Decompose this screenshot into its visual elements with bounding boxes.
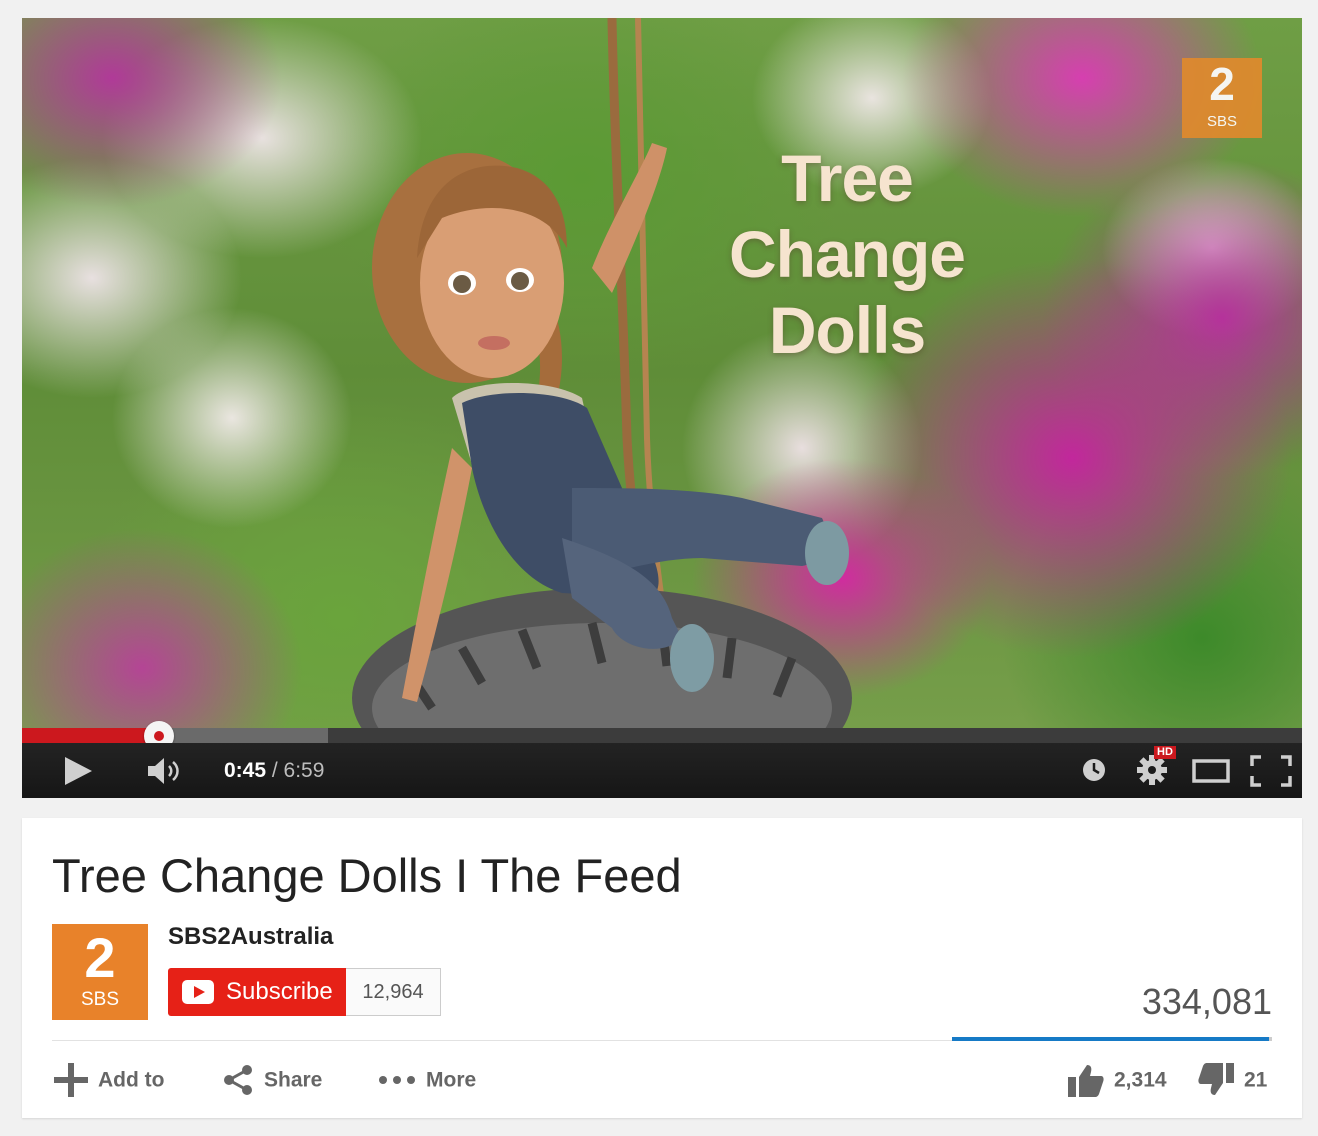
fullscreen-icon xyxy=(1250,755,1292,787)
more-dots-icon xyxy=(379,1076,415,1085)
watermark-number: 2 xyxy=(1209,58,1235,110)
overlay-title-line: Tree xyxy=(781,141,914,215)
video-frame[interactable]: Tree Change Dolls 2 SBS xyxy=(22,18,1302,728)
more-button[interactable]: More xyxy=(378,1060,476,1100)
overlay-title-line: Change xyxy=(728,217,966,291)
volume-button[interactable] xyxy=(146,755,186,787)
divider xyxy=(52,1040,952,1041)
fullscreen-button[interactable] xyxy=(1250,755,1292,787)
clock-icon xyxy=(1083,759,1105,781)
doll-on-swing-image xyxy=(352,18,852,728)
watch-later-button[interactable] xyxy=(1082,758,1106,782)
overlay-title-line: Dolls xyxy=(768,293,926,367)
thumbs-down-icon xyxy=(1198,1063,1234,1096)
subscribe-button[interactable]: Subscribe xyxy=(168,968,346,1016)
share-icon xyxy=(224,1065,252,1096)
watermark-label: SBS xyxy=(1206,113,1237,130)
current-time: 0:45 xyxy=(224,759,267,782)
like-count: 2,314 xyxy=(1114,1068,1167,1092)
like-bar-fill xyxy=(952,1037,1270,1041)
theater-mode-button[interactable] xyxy=(1192,759,1230,783)
dislike-button[interactable]: 21 xyxy=(1198,1060,1267,1100)
video-overlay-title: Tree Change Dolls xyxy=(682,140,1012,368)
video-title: Tree Change Dolls I The Feed xyxy=(52,849,682,902)
hd-badge: HD xyxy=(1154,746,1176,759)
channel-name-link[interactable]: SBS2Australia xyxy=(168,922,333,952)
progress-played xyxy=(22,728,159,743)
thumbs-up-icon xyxy=(1068,1065,1104,1098)
share-button[interactable]: Share xyxy=(222,1060,322,1100)
time-display: 0:45 / 6:59 xyxy=(224,759,324,783)
video-player[interactable]: Tree Change Dolls 2 SBS 0:45 / 6:59 HD xyxy=(22,18,1302,798)
share-label: Share xyxy=(264,1068,323,1092)
time-separator: / xyxy=(266,759,284,782)
play-icon xyxy=(65,757,92,785)
subscriber-count: 12,964 xyxy=(346,968,441,1016)
sbs2-watermark-logo[interactable]: 2 SBS xyxy=(1182,58,1262,138)
theater-icon xyxy=(1192,759,1230,783)
more-label: More xyxy=(426,1068,477,1092)
view-count: 334,081 xyxy=(1141,981,1272,1022)
like-dislike-bar xyxy=(952,1037,1272,1041)
duration: 6:59 xyxy=(283,759,325,782)
add-to-button[interactable]: Add to xyxy=(54,1060,164,1100)
youtube-play-icon xyxy=(182,980,214,1004)
player-controls: 0:45 / 6:59 HD xyxy=(22,743,1302,798)
play-button[interactable] xyxy=(62,755,94,787)
plus-icon xyxy=(54,1063,88,1098)
video-info-card: Tree Change Dolls I The Feed 2 SBS SBS2A… xyxy=(22,818,1302,1118)
subscribe-label: Subscribe xyxy=(226,978,333,1005)
like-button[interactable]: 2,314 xyxy=(1068,1060,1167,1100)
volume-icon xyxy=(148,758,179,784)
channel-avatar[interactable]: 2 SBS xyxy=(52,924,148,1020)
avatar-number: 2 xyxy=(84,926,116,989)
add-to-label: Add to xyxy=(98,1068,165,1092)
progress-bar[interactable] xyxy=(22,721,1302,751)
avatar-label: SBS xyxy=(80,989,120,1010)
dislike-count: 21 xyxy=(1244,1068,1268,1092)
